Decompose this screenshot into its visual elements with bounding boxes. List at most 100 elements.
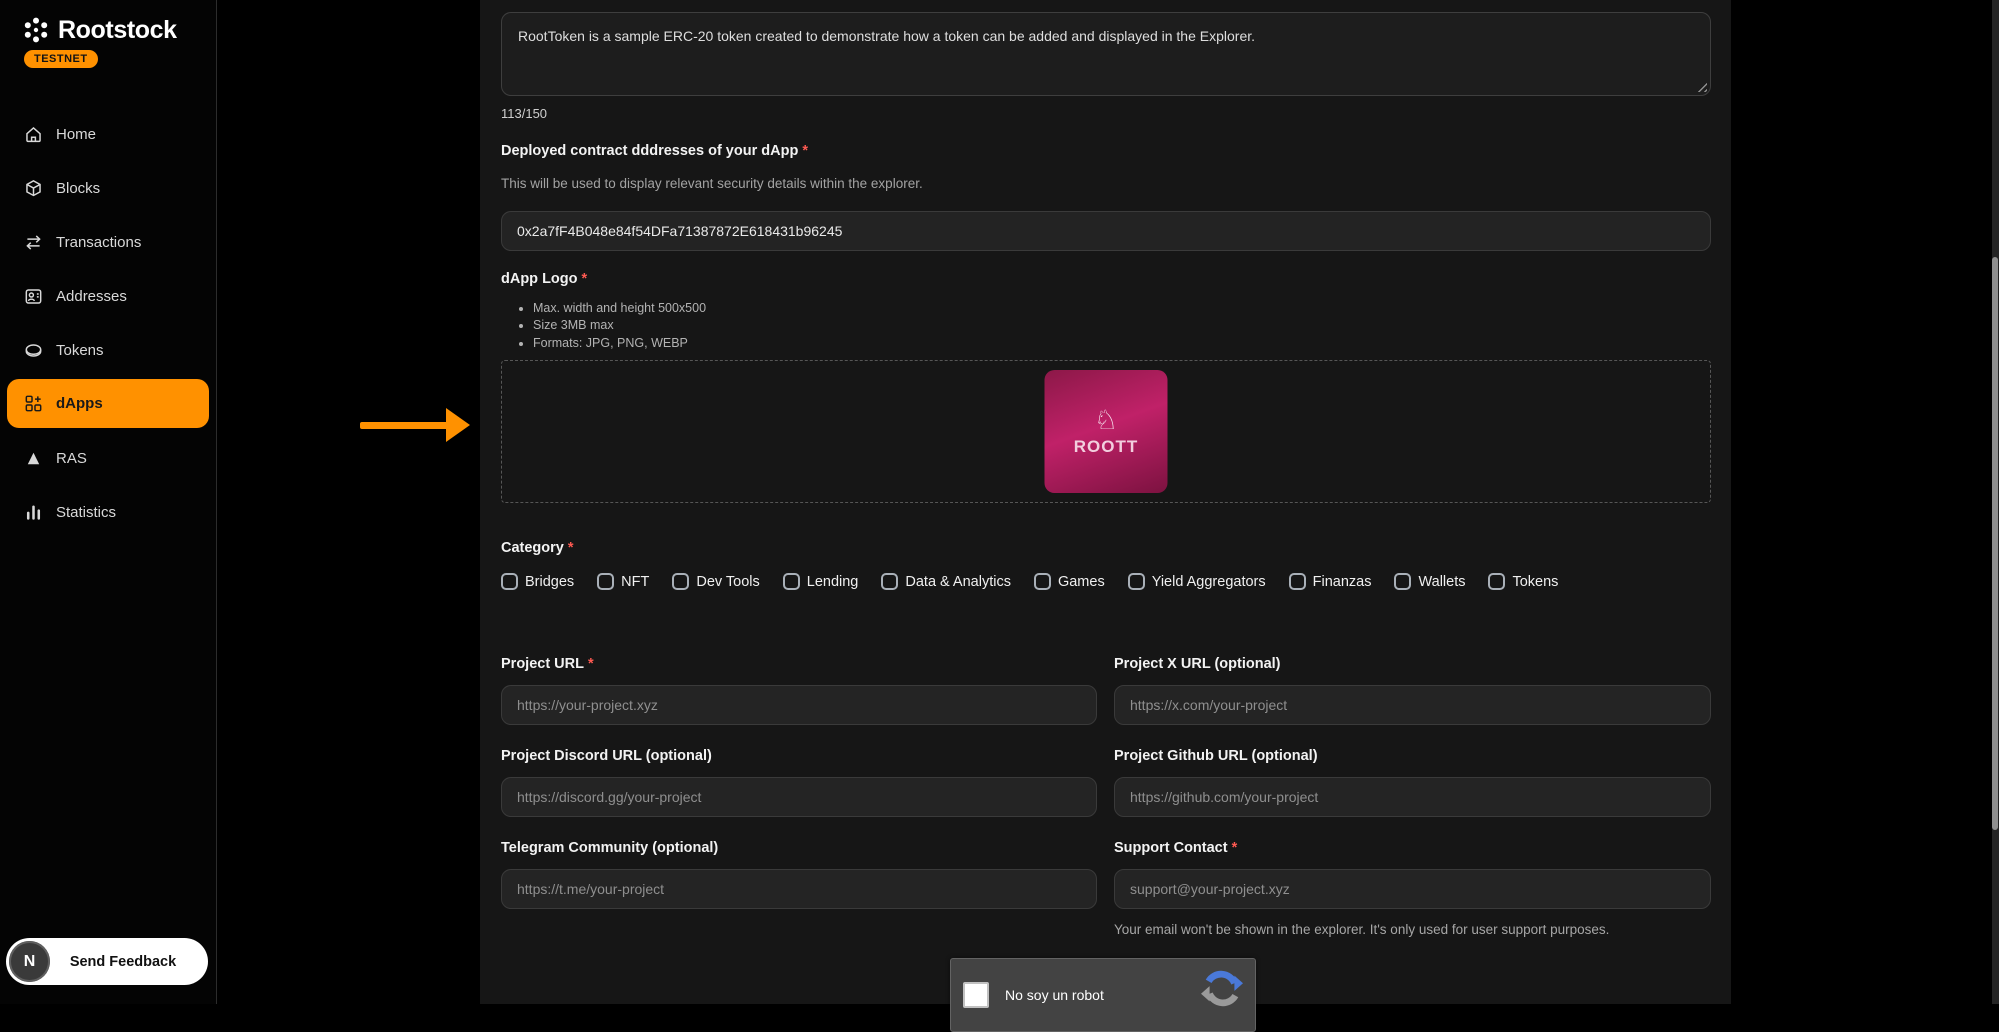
sidebar-item-label: RAS bbox=[56, 450, 87, 467]
logo-rule: Size 3MB max bbox=[533, 317, 706, 334]
field-label: Support Contact* bbox=[1114, 840, 1711, 856]
field-label: Project Github URL (optional) bbox=[1114, 748, 1711, 764]
category-option-lending[interactable]: Lending bbox=[783, 573, 859, 590]
sidebar-item-label: Statistics bbox=[56, 504, 116, 521]
char-counter: 113/150 bbox=[501, 106, 547, 121]
required-mark: * bbox=[1232, 840, 1238, 856]
dapp-description-textarea[interactable]: RootToken is a sample ERC-20 token creat… bbox=[501, 12, 1711, 96]
recaptcha-label: No soy un robot bbox=[1005, 987, 1104, 1003]
project-url-input[interactable] bbox=[501, 685, 1097, 725]
category-option-yield-aggregators[interactable]: Yield Aggregators bbox=[1128, 573, 1266, 590]
sidebar-item-label: Tokens bbox=[56, 342, 104, 359]
sidebar-item-transactions[interactable]: Transactions bbox=[0, 215, 216, 269]
category-option-dev-tools[interactable]: Dev Tools bbox=[672, 573, 759, 590]
contract-address-helper: This will be used to display relevant se… bbox=[501, 176, 923, 191]
category-option-label: NFT bbox=[621, 574, 649, 590]
project-github-url-input[interactable] bbox=[1114, 777, 1711, 817]
checkbox[interactable] bbox=[1394, 573, 1411, 590]
recaptcha-logo-icon bbox=[1201, 967, 1243, 1009]
support-contact-input[interactable] bbox=[1114, 869, 1711, 909]
brand: Rootstock bbox=[21, 15, 177, 45]
sidebar-item-tokens[interactable]: Tokens bbox=[0, 323, 216, 377]
category-option-label: Yield Aggregators bbox=[1152, 574, 1266, 590]
logo-preview-tile: ♘ ROOTT bbox=[1045, 370, 1168, 493]
checkbox[interactable] bbox=[1289, 573, 1306, 590]
bar-chart-icon bbox=[24, 503, 43, 522]
category-option-data-analytics[interactable]: Data & Analytics bbox=[881, 573, 1011, 590]
category-option-tokens[interactable]: Tokens bbox=[1488, 573, 1558, 590]
contract-address-input[interactable] bbox=[501, 211, 1711, 251]
project-x-url-input[interactable] bbox=[1114, 685, 1711, 725]
rootstock-logo-icon bbox=[21, 15, 51, 45]
category-option-bridges[interactable]: Bridges bbox=[501, 573, 574, 590]
category-option-label: Wallets bbox=[1418, 574, 1465, 590]
field-label: Telegram Community (optional) bbox=[501, 840, 1097, 856]
field-project-discord-url: Project Discord URL (optional) bbox=[501, 748, 1097, 817]
category-option-label: Bridges bbox=[525, 574, 574, 590]
feedback-label: Send Feedback bbox=[50, 954, 208, 970]
page-scrollbar bbox=[1992, 0, 1999, 1004]
sidebar-item-label: Transactions bbox=[56, 234, 141, 251]
checkbox[interactable] bbox=[501, 573, 518, 590]
category-options-row: Bridges NFT Dev Tools Lending Data & Ana… bbox=[501, 573, 1558, 590]
recaptcha-checkbox[interactable] bbox=[963, 982, 989, 1008]
sidebar-item-label: Blocks bbox=[56, 180, 100, 197]
checkbox[interactable] bbox=[597, 573, 614, 590]
category-option-label: Lending bbox=[807, 574, 859, 590]
logo-rule: Formats: JPG, PNG, WEBP bbox=[533, 335, 706, 352]
checkbox[interactable] bbox=[1488, 573, 1505, 590]
sidebar-item-label: Home bbox=[56, 126, 96, 143]
dapp-logo-label: dApp Logo* bbox=[501, 271, 587, 287]
field-support-contact: Support Contact* Your email won't be sho… bbox=[1114, 840, 1711, 937]
required-mark: * bbox=[802, 143, 808, 159]
category-option-label: Games bbox=[1058, 574, 1105, 590]
logo-rule: Max. width and height 500x500 bbox=[533, 300, 706, 317]
sidebar-item-label: dApps bbox=[56, 395, 103, 412]
scrollbar-thumb[interactable] bbox=[1992, 257, 1998, 830]
brand-name: Rootstock bbox=[58, 16, 177, 45]
category-option-finanzas[interactable]: Finanzas bbox=[1289, 573, 1372, 590]
required-mark: * bbox=[582, 271, 588, 287]
category-option-games[interactable]: Games bbox=[1034, 573, 1105, 590]
category-label: Category* bbox=[501, 540, 574, 556]
checkbox[interactable] bbox=[881, 573, 898, 590]
sidebar-item-addresses[interactable]: Addresses bbox=[0, 269, 216, 323]
checkbox[interactable] bbox=[1128, 573, 1145, 590]
project-discord-url-input[interactable] bbox=[501, 777, 1097, 817]
support-contact-helper: Your email won't be shown in the explore… bbox=[1114, 922, 1711, 937]
telegram-community-input[interactable] bbox=[501, 869, 1097, 909]
field-project-x-url: Project X URL (optional) bbox=[1114, 656, 1711, 725]
cube-icon bbox=[24, 179, 43, 198]
checkbox[interactable] bbox=[672, 573, 689, 590]
transfer-arrows-icon bbox=[24, 233, 43, 252]
sidebar-item-home[interactable]: Home bbox=[0, 107, 216, 161]
contract-address-label: Deployed contract dddresses of your dApp… bbox=[501, 143, 808, 159]
checkbox[interactable] bbox=[783, 573, 800, 590]
category-option-nft[interactable]: NFT bbox=[597, 573, 649, 590]
sidebar: Rootstock TESTNET Home Blocks Transactio… bbox=[0, 0, 217, 1004]
coin-icon bbox=[24, 341, 43, 360]
sidebar-item-blocks[interactable]: Blocks bbox=[0, 161, 216, 215]
knight-icon: ♘ bbox=[1094, 407, 1118, 434]
sidebar-item-dapps[interactable]: dApps bbox=[7, 379, 209, 428]
sidebar-item-statistics[interactable]: Statistics bbox=[0, 485, 216, 539]
send-feedback-button[interactable]: N Send Feedback bbox=[6, 938, 208, 985]
logo-upload-dropzone[interactable]: ♘ ROOTT bbox=[501, 360, 1711, 503]
category-option-label: Finanzas bbox=[1313, 574, 1372, 590]
logo-tile-text: ROOTT bbox=[1074, 437, 1139, 457]
sidebar-nav: Home Blocks Transactions Addresses bbox=[0, 107, 216, 539]
feedback-logo-icon: N bbox=[9, 941, 50, 982]
category-option-wallets[interactable]: Wallets bbox=[1394, 573, 1465, 590]
logo-requirements-list: Max. width and height 500x500 Size 3MB m… bbox=[520, 300, 706, 352]
field-project-url: Project URL* bbox=[501, 656, 1097, 725]
home-icon bbox=[24, 125, 43, 144]
contact-card-icon bbox=[24, 287, 43, 306]
recaptcha-widget: No soy un robot bbox=[950, 958, 1256, 1032]
sidebar-item-ras[interactable]: RAS bbox=[0, 431, 216, 485]
annotation-arrow-icon bbox=[360, 404, 472, 446]
required-mark: * bbox=[568, 540, 574, 556]
triangle-icon bbox=[24, 449, 43, 468]
field-label: Project Discord URL (optional) bbox=[501, 748, 1097, 764]
checkbox[interactable] bbox=[1034, 573, 1051, 590]
dapps-grid-plus-icon bbox=[24, 394, 43, 413]
